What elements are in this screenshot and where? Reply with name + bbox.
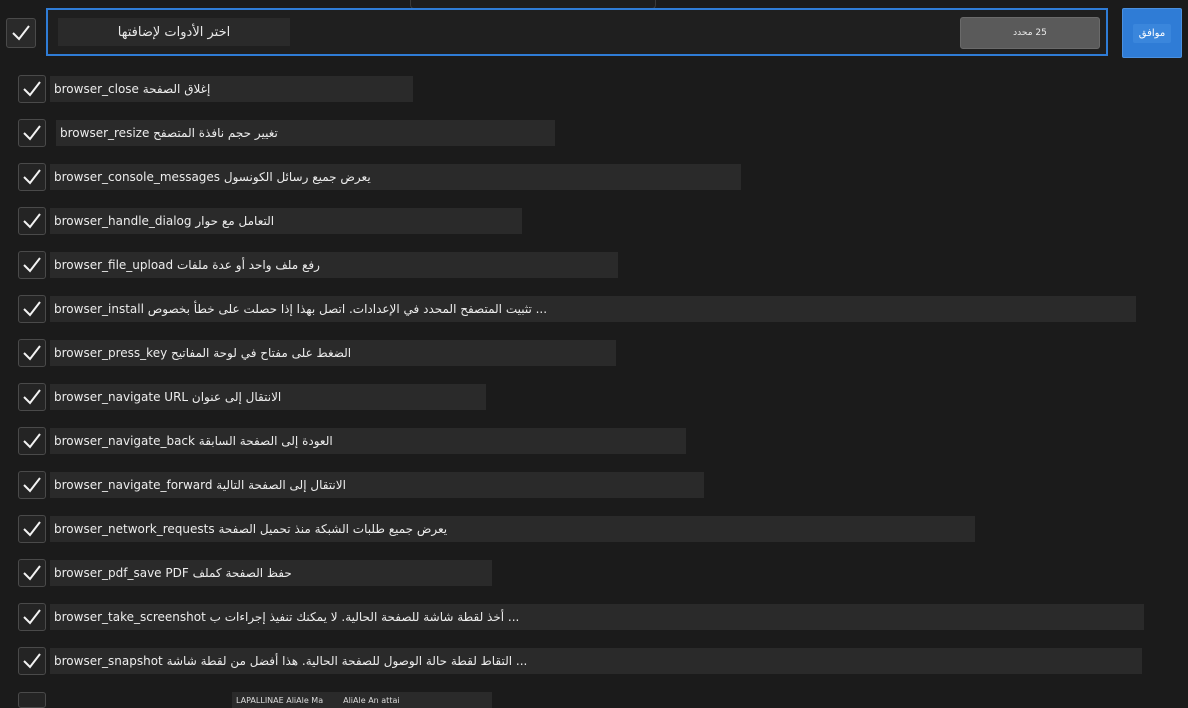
- tool-checkbox[interactable]: [18, 207, 46, 235]
- tool-label: ... التقاط لقطة حالة الوصول للصفحة الحال…: [50, 648, 1142, 674]
- select-all-checkbox[interactable]: [6, 18, 36, 48]
- tool-checkbox[interactable]: [18, 251, 46, 279]
- tool-checkbox[interactable]: [18, 515, 46, 543]
- tool-label: الضغط على مفتاح في لوحة المفاتيح browser…: [50, 340, 616, 366]
- checkmark-icon: [23, 477, 41, 493]
- checkmark-icon: [23, 521, 41, 537]
- tool-label: تغيير حجم نافذة المتصفح browser_resize: [56, 120, 555, 146]
- checkmark-icon: [23, 301, 41, 317]
- checkmark-icon: [23, 257, 41, 273]
- checkmark-icon: [23, 389, 41, 405]
- tool-label: الانتقال إلى الصفحة التالية browser_navi…: [50, 472, 704, 498]
- tool-label: الانتقال إلى عنوان browser_navigate URL: [50, 384, 486, 410]
- tool-label: إغلاق الصفحة browser_close: [50, 76, 413, 102]
- tool-label: التعامل مع حوار browser_handle_dialog: [50, 208, 522, 234]
- partial-row: [0, 692, 1188, 708]
- tool-checkbox[interactable]: [18, 647, 46, 675]
- tool-checkbox[interactable]: [18, 295, 46, 323]
- tool-checkbox[interactable]: [18, 559, 46, 587]
- tool-label: يعرض جميع طلبات الشبكة منذ تحميل الصفحة …: [50, 516, 975, 542]
- tool-checkbox[interactable]: [18, 383, 46, 411]
- tool-checkbox[interactable]: [18, 427, 46, 455]
- tool-label: حفظ الصفحة كملف browser_pdf_save PDF: [50, 560, 492, 586]
- tool-label: ... تثبيت المتصفح المحدد في الإعدادات. ا…: [50, 296, 1136, 322]
- partial-row-text: LAPALLINAE AliAle Ma: [236, 695, 324, 705]
- ok-button[interactable]: موافق: [1122, 8, 1182, 58]
- checkmark-icon: [23, 213, 41, 229]
- tool-label: ... أخذ لقطة شاشة للصفحة الحالية. لا يمك…: [50, 604, 1144, 630]
- checkmark-icon: [23, 345, 41, 361]
- checkmark-icon: [23, 433, 41, 449]
- ok-button-label: موافق: [1132, 23, 1172, 43]
- checkmark-icon: [12, 25, 30, 41]
- partial-row-label: LAPALLINAE AliAle Ma AliAle An attai: [232, 692, 492, 708]
- checkmark-icon: [23, 81, 41, 97]
- checkmark-icon: [23, 169, 41, 185]
- tool-label: العودة إلى الصفحة السابقة browser_naviga…: [50, 428, 686, 454]
- tool-checkbox[interactable]: [18, 339, 46, 367]
- tool-checkbox[interactable]: [18, 119, 46, 147]
- tool-checkbox[interactable]: [18, 163, 46, 191]
- picker-title: اختر الأدوات لإضافتها: [58, 18, 290, 46]
- selected-count-badge: 25 محدد: [960, 17, 1100, 49]
- tool-picker-input[interactable]: اختر الأدوات لإضافتها 25 محدد: [46, 8, 1108, 56]
- tool-label: يعرض جميع رسائل الكونسول browser_console…: [50, 164, 741, 190]
- checkmark-icon: [23, 565, 41, 581]
- checkmark-icon: [23, 609, 41, 625]
- checkmark-icon: [23, 125, 41, 141]
- checkmark-icon: [23, 653, 41, 669]
- tool-checkbox[interactable]: [18, 603, 46, 631]
- tool-checkbox[interactable]: [18, 471, 46, 499]
- tool-checkbox[interactable]: [18, 75, 46, 103]
- partial-row-text-2: AliAle An attai: [343, 695, 400, 705]
- tool-label: رفع ملف واحد أو عدة ملفات browser_file_u…: [50, 252, 618, 278]
